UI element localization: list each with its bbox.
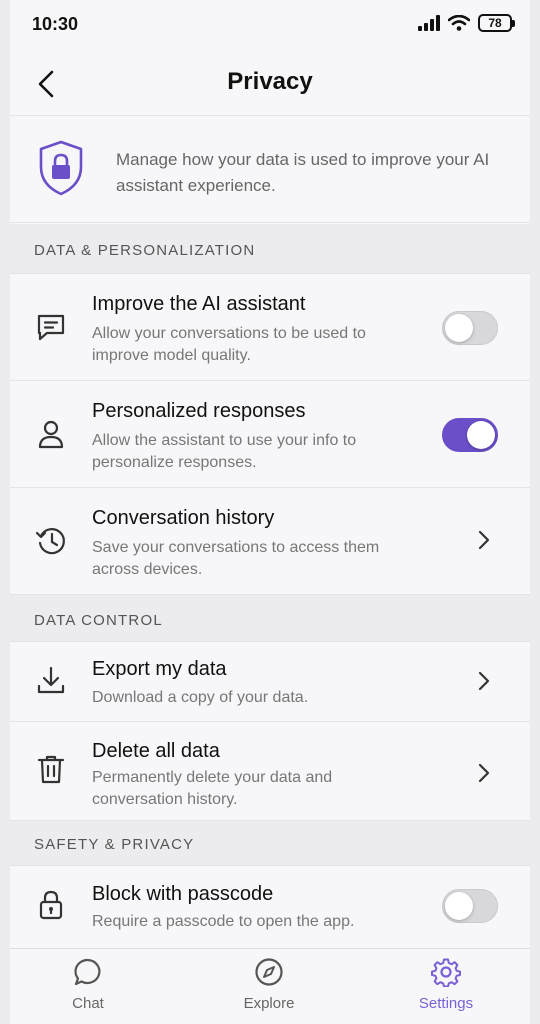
gear-icon — [431, 958, 461, 987]
personalized-responses-toggle[interactable] — [442, 418, 498, 452]
setting-title: Export my data — [92, 658, 227, 680]
tab-bar: Chat Explore Settings — [10, 948, 530, 1024]
setting-delete-all-data[interactable]: Delete all data Permanently delete your … — [10, 722, 530, 821]
tab-settings[interactable]: Settings — [386, 949, 506, 1024]
person-icon — [38, 420, 64, 449]
setting-conversation-history[interactable]: Conversation history Save your conversat… — [10, 488, 530, 595]
setting-block-passcode[interactable]: Block with passcode Require a passcode t… — [10, 866, 530, 948]
setting-description: Download a copy of your data. — [92, 689, 309, 706]
setting-description: Save your conversations to access them a… — [92, 539, 380, 578]
intro-text: Manage how your data is used to improve … — [116, 150, 490, 195]
battery-icon: 78 — [478, 14, 515, 32]
shield-lock-icon — [39, 140, 83, 196]
privacy-intro: Manage how your data is used to improve … — [10, 117, 530, 223]
tab-label: Settings — [418, 995, 474, 1012]
toggle-knob — [445, 314, 473, 342]
setting-title: Personalized responses — [92, 400, 306, 422]
tab-label: Explore — [243, 995, 295, 1012]
status-bar: 10:30 78 — [10, 0, 530, 52]
setting-description: Allow the assistant to use your info to … — [92, 432, 357, 471]
section-header-data-personalization: DATA & PERSONALIZATION — [10, 224, 530, 274]
section-header-safety-privacy: SAFETY & PRIVACY — [10, 821, 530, 866]
tab-chat[interactable]: Chat — [28, 949, 148, 1024]
nav-header: Privacy — [10, 52, 530, 116]
setting-title: Conversation history — [92, 507, 275, 529]
chevron-right-icon[interactable] — [476, 761, 492, 785]
improve-ai-toggle[interactable] — [442, 311, 498, 345]
chat-bubble-icon — [37, 314, 65, 341]
trash-icon — [37, 755, 65, 784]
history-icon — [35, 528, 65, 555]
page-title: Privacy — [227, 68, 313, 95]
chevron-right-icon[interactable] — [476, 528, 492, 552]
lock-icon — [39, 890, 63, 920]
setting-export-data[interactable]: Export my data Download a copy of your d… — [10, 642, 530, 722]
setting-title: Improve the AI assistant — [92, 293, 306, 315]
setting-title: Delete all data — [92, 740, 220, 762]
wifi-icon — [448, 15, 470, 31]
setting-description: Allow your conversations to be used to i… — [92, 325, 366, 364]
chevron-right-icon[interactable] — [476, 669, 492, 693]
block-passcode-toggle[interactable] — [442, 889, 498, 923]
tab-explore[interactable]: Explore — [209, 949, 329, 1024]
setting-title: Block with passcode — [92, 883, 274, 905]
tab-label: Chat — [72, 995, 104, 1012]
toggle-knob — [445, 892, 473, 920]
toggle-knob — [467, 421, 495, 449]
setting-improve-ai[interactable]: Improve the AI assistant Allow your conv… — [10, 274, 530, 381]
section-header-data-control: DATA CONTROL — [10, 595, 530, 642]
setting-personalized-responses[interactable]: Personalized responses Allow the assista… — [10, 381, 530, 488]
chat-icon — [74, 958, 101, 986]
signal-icon — [418, 15, 440, 31]
setting-description: Permanently delete your data and convers… — [92, 769, 333, 808]
download-icon — [37, 666, 65, 694]
status-icons: 78 — [418, 14, 515, 32]
status-time: 10:30 — [32, 14, 79, 34]
compass-icon — [255, 958, 283, 986]
privacy-screen: 10:30 78 Privacy Manage how your data is… — [10, 0, 530, 1024]
setting-description: Require a passcode to open the app. — [92, 913, 355, 930]
